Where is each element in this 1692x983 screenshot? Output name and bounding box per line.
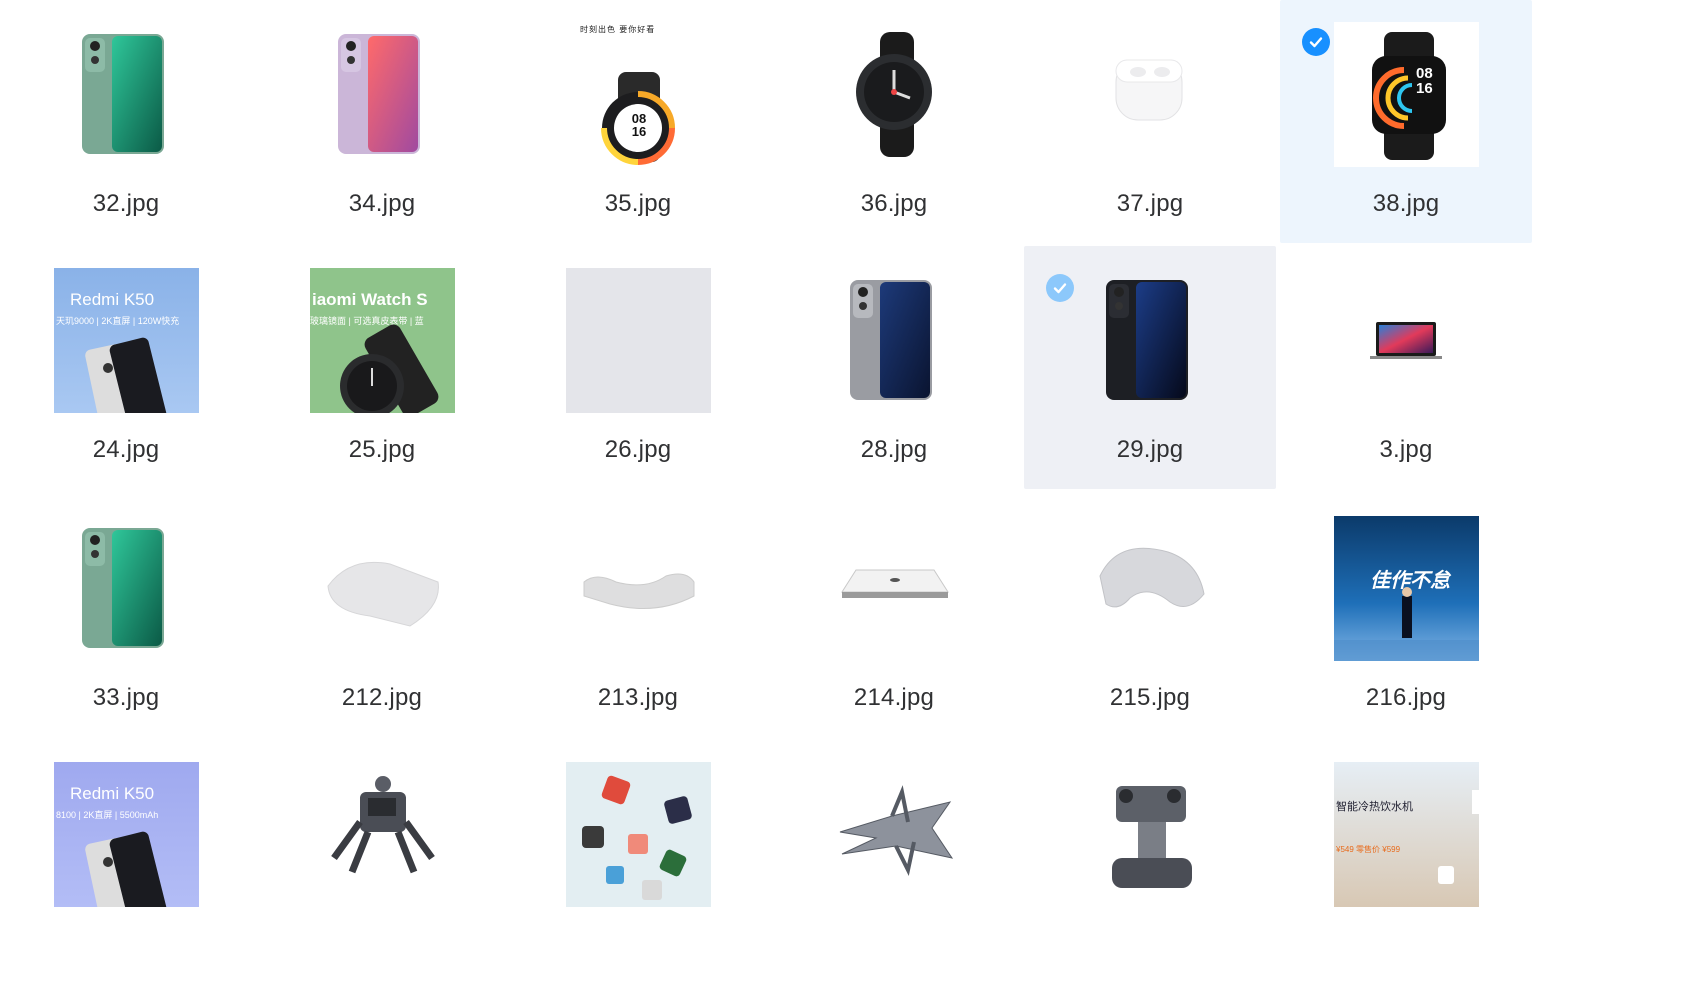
thumbnail-graphic — [841, 569, 949, 598]
thumbnail-image — [1078, 268, 1223, 413]
gallery-tile[interactable]: 智能冷热饮水机 ¥549 零售价 ¥599 — [1280, 740, 1532, 983]
thumbnail-graphic — [839, 785, 954, 876]
thumbnail-image — [1078, 22, 1223, 167]
gallery-tile[interactable]: 34.jpg — [256, 0, 508, 243]
thumbnail-image — [822, 268, 967, 413]
file-name: 37.jpg — [1116, 190, 1184, 217]
thumbnail-graphic — [1112, 786, 1192, 888]
thumbnail-graphic — [1106, 280, 1188, 400]
thumbnail-graphic — [85, 337, 167, 413]
thumbnail-graphic — [1438, 790, 1479, 884]
thumbnail-image — [310, 516, 455, 661]
file-name: 212.jpg — [341, 684, 423, 711]
gallery-tile[interactable]: 36.jpg — [768, 0, 1020, 243]
gallery-tile[interactable]: 26.jpg — [512, 246, 764, 489]
thumbnail-image — [566, 516, 711, 661]
thumbnail-image: iaomi Watch S 玻璃镜面 | 可选真皮表带 | 蓝 — [310, 268, 455, 413]
thumbnail-graphic — [583, 573, 695, 609]
gallery-tile[interactable]: 佳作不怠 216.jpg — [1280, 494, 1532, 737]
thumbnail-graphic — [1370, 322, 1442, 359]
thumbnail-graphic — [82, 528, 164, 648]
gallery-tile[interactable]: Redmi K50 8100 | 2K直屏 | 5500mAh — [0, 740, 252, 983]
thumbnail-image — [822, 22, 967, 167]
thumbnail-image — [566, 268, 711, 413]
thumbnail-graphic — [327, 561, 439, 627]
file-name: 34.jpg — [348, 190, 416, 217]
gallery-tile[interactable]: 28.jpg — [768, 246, 1020, 489]
file-name: 36.jpg — [860, 190, 928, 217]
gallery-tile[interactable]: Redmi K50 天玑9000 | 2K直屏 | 120W快充 24.jpg — [0, 246, 252, 489]
file-name: 215.jpg — [1109, 684, 1191, 711]
file-name: 24.jpg — [92, 436, 160, 463]
gallery-tile[interactable]: 3.jpg — [1280, 246, 1532, 489]
watch-time: 08 16 — [631, 111, 647, 139]
file-name: 213.jpg — [597, 684, 679, 711]
thumbnail-graphic — [340, 324, 439, 413]
file-name: 29.jpg — [1116, 436, 1184, 463]
thumbnail-image: 时刻出色 要你好看 08 16 — [566, 22, 711, 167]
gallery-tile[interactable]: 时刻出色 要你好看 08 16 35.jpg — [512, 0, 764, 243]
thumbnail-image: 智能冷热饮水机 ¥549 零售价 ¥599 — [1334, 762, 1479, 907]
gallery-tile[interactable]: 08 16 38.jpg — [1280, 0, 1532, 243]
file-name: 33.jpg — [92, 684, 160, 711]
file-name: 35.jpg — [604, 190, 672, 217]
thumbnail-graphic — [1334, 587, 1479, 661]
gallery-tile[interactable] — [512, 740, 764, 983]
gallery-tile[interactable] — [768, 740, 1020, 983]
gallery-tile[interactable]: 213.jpg — [512, 494, 764, 737]
gallery-tile[interactable]: 214.jpg — [768, 494, 1020, 737]
selected-check-icon[interactable] — [1302, 28, 1330, 56]
thumbnail-image — [310, 22, 455, 167]
file-name: 3.jpg — [1379, 436, 1433, 463]
thumbnail-image — [54, 22, 199, 167]
file-name: 216.jpg — [1365, 684, 1447, 711]
thumbnail-image: 佳作不怠 — [1334, 516, 1479, 661]
thumbnail-graphic — [601, 72, 675, 165]
thumbnail-graphic — [1372, 32, 1446, 160]
thumbnail-image — [1334, 268, 1479, 413]
thumbnail-graphic — [331, 776, 435, 874]
thumbnail-image: Redmi K50 天玑9000 | 2K直屏 | 120W快充 — [54, 268, 199, 413]
thumbnail-image: Redmi K50 8100 | 2K直屏 | 5500mAh — [54, 762, 199, 907]
gallery-tile[interactable]: iaomi Watch S 玻璃镜面 | 可选真皮表带 | 蓝 25.jpg — [256, 246, 508, 489]
thumbnail-graphic — [82, 34, 164, 154]
thumbnail-image — [54, 516, 199, 661]
image-gallery-grid: 32.jpg 34.jpg 时刻出色 要你好看 08 16 35.jpg 36.… — [0, 0, 1692, 966]
gallery-tile[interactable]: 32.jpg — [0, 0, 252, 243]
file-name: 214.jpg — [853, 684, 935, 711]
gallery-tile[interactable] — [1024, 740, 1276, 983]
thumbnail-graphic — [1099, 547, 1205, 608]
gallery-tile[interactable] — [256, 740, 508, 983]
thumbnail-image — [822, 516, 967, 661]
thumbnail-image — [310, 762, 455, 907]
gallery-tile[interactable]: 212.jpg — [256, 494, 508, 737]
thumbnail-graphic — [1115, 59, 1183, 121]
gallery-tile[interactable]: 29.jpg — [1024, 246, 1276, 489]
file-name: 28.jpg — [860, 436, 928, 463]
selected-check-icon[interactable] — [1046, 274, 1074, 302]
thumbnail-image: 08 16 — [1334, 22, 1479, 167]
thumbnail-graphic — [338, 34, 420, 154]
gallery-tile[interactable]: 33.jpg — [0, 494, 252, 737]
file-name: 38.jpg — [1372, 190, 1440, 217]
gallery-tile[interactable]: 37.jpg — [1024, 0, 1276, 243]
file-name: 32.jpg — [92, 190, 160, 217]
thumbnail-image — [566, 762, 711, 907]
file-name: 25.jpg — [348, 436, 416, 463]
watch-time: 08 16 — [1416, 65, 1433, 97]
thumbnail-graphic — [85, 831, 167, 907]
thumbnail-image — [822, 762, 967, 907]
thumbnail-graphic — [850, 280, 932, 400]
thumbnail-graphic — [582, 775, 692, 900]
file-name: 26.jpg — [604, 436, 672, 463]
thumbnail-graphic — [856, 32, 932, 157]
gallery-tile[interactable]: 215.jpg — [1024, 494, 1276, 737]
thumbnail-image — [1078, 516, 1223, 661]
thumbnail-image — [1078, 762, 1223, 907]
